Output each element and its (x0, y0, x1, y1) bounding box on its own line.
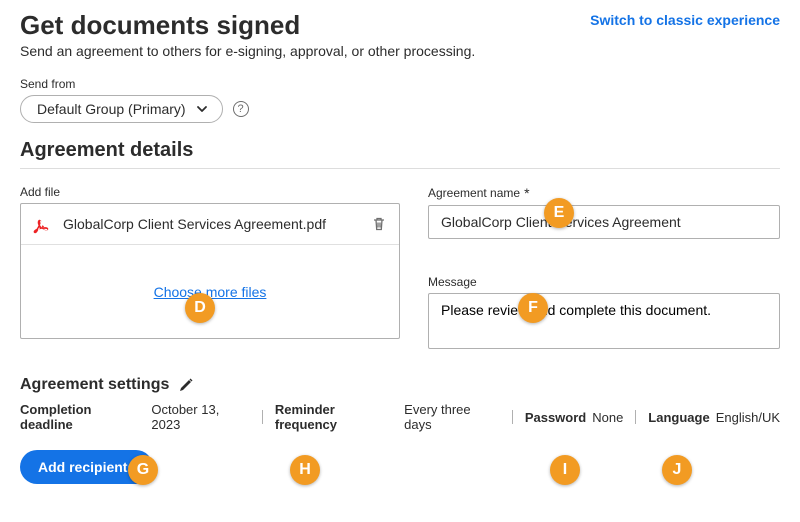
file-name: GlobalCorp Client Services Agreement.pdf (63, 216, 361, 232)
message-textarea[interactable] (428, 293, 780, 349)
settings-values-row: Completion deadline October 13, 2023 Rem… (20, 402, 780, 432)
agreement-name-input[interactable] (428, 205, 780, 239)
password-value: None (592, 410, 623, 425)
setting-divider (512, 410, 513, 424)
send-from-selected: Default Group (Primary) (37, 101, 186, 117)
completion-deadline-value: October 13, 2023 (151, 402, 250, 432)
chevron-down-icon (196, 103, 208, 115)
pencil-icon[interactable] (179, 378, 193, 392)
agreement-name-label: Agreement name (428, 186, 520, 200)
tag-g: G (128, 455, 158, 485)
agreement-settings-heading: Agreement settings (20, 376, 169, 394)
setting-divider (262, 410, 263, 424)
language-value: English/UK (716, 410, 780, 425)
password-label: Password (525, 410, 586, 425)
send-from-dropdown[interactable]: Default Group (Primary) (20, 95, 223, 123)
switch-classic-link[interactable]: Switch to classic experience (590, 12, 780, 28)
file-row: GlobalCorp Client Services Agreement.pdf (21, 204, 399, 245)
tag-e: E (544, 198, 574, 228)
message-label: Message (428, 275, 780, 289)
pdf-icon (33, 214, 53, 234)
setting-divider (635, 410, 636, 424)
section-divider (20, 168, 780, 169)
page-subtitle: Send an agreement to others for e-signin… (20, 43, 780, 59)
trash-icon[interactable] (371, 216, 387, 232)
add-file-label: Add file (20, 185, 400, 199)
agreement-details-heading: Agreement details (20, 139, 780, 162)
tag-h: H (290, 455, 320, 485)
tag-f: F (518, 293, 548, 323)
tag-i: I (550, 455, 580, 485)
tag-j: J (662, 455, 692, 485)
language-label: Language (648, 410, 709, 425)
required-asterisk: * (524, 185, 529, 201)
tag-d: D (185, 293, 215, 323)
reminder-frequency-value: Every three days (404, 402, 500, 432)
help-icon[interactable]: ? (233, 101, 249, 117)
completion-deadline-label: Completion deadline (20, 402, 145, 432)
reminder-frequency-label: Reminder frequency (275, 402, 398, 432)
send-from-label: Send from (20, 77, 780, 91)
